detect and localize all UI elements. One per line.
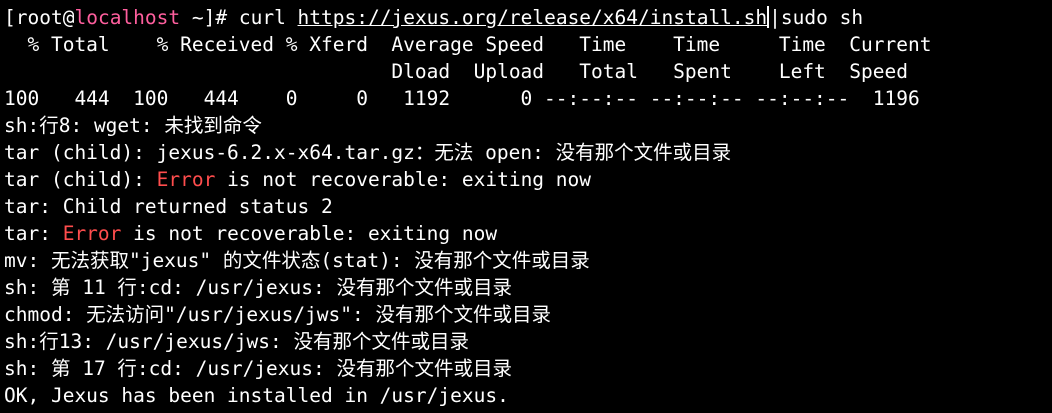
output-line: tar (child): Error is not recoverable: e… <box>4 166 931 193</box>
error-word: Error <box>62 222 122 245</box>
output-line: OK, Jexus has been installed in /usr/jex… <box>4 384 509 407</box>
output-line: tar (child): jexus-6.2.x-x64.tar.gz：无法 o… <box>4 141 732 164</box>
prompt-at: @ <box>62 6 75 29</box>
output-line: tar: Error is not recoverable: exiting n… <box>4 220 931 247</box>
terminal-output: [root@localhost ~]# curl https://jexus.o… <box>4 4 931 409</box>
command-text: curl <box>238 6 298 29</box>
prompt-host: localhost <box>74 6 181 29</box>
terminal-window[interactable]: ▬▬ ▬ [root@localhost ~]# curl https://je… <box>0 0 1052 413</box>
output-line: sh:行13: /usr/jexus/jws: 没有那个文件或目录 <box>4 330 470 353</box>
progress-header-1: % Total % Received % Xferd Average Speed… <box>4 33 932 56</box>
output-line: mv: 无法获取"jexus" 的文件状态(stat): 没有那个文件或目录 <box>4 249 590 272</box>
output-text: tar: <box>4 222 63 245</box>
progress-header-2: Dload Upload Total Spent Left Speed <box>4 60 908 83</box>
output-text: is not recoverable: exiting now <box>215 168 592 191</box>
prompt-user: root <box>15 6 63 29</box>
prompt-open: [ <box>4 6 16 29</box>
output-line: sh:行8: wget: 未找到命令 <box>4 114 262 137</box>
prompt-path: ~]# <box>180 6 239 29</box>
pipe-command: |sudo sh <box>769 6 864 29</box>
output-text: tar (child): <box>4 168 157 191</box>
output-line: sh: 第 17 行:cd: /usr/jexus: 没有那个文件或目录 <box>4 357 512 380</box>
output-text: is not recoverable: exiting now <box>121 222 498 245</box>
output-line: tar: Child returned status 2 <box>4 195 333 218</box>
progress-row: 100 444 100 444 0 0 1192 0 --:--:-- --:-… <box>4 87 920 110</box>
command-line: [root@localhost ~]# curl https://jexus.o… <box>4 4 931 31</box>
output-line: sh: 第 11 行:cd: /usr/jexus: 没有那个文件或目录 <box>4 276 512 299</box>
install-url-link[interactable]: https://jexus.org/release/x64/install.sh <box>298 6 768 29</box>
output-line: chmod: 无法访问"/usr/jexus/jws": 没有那个文件或目录 <box>4 303 551 326</box>
error-word: Error <box>156 168 216 191</box>
